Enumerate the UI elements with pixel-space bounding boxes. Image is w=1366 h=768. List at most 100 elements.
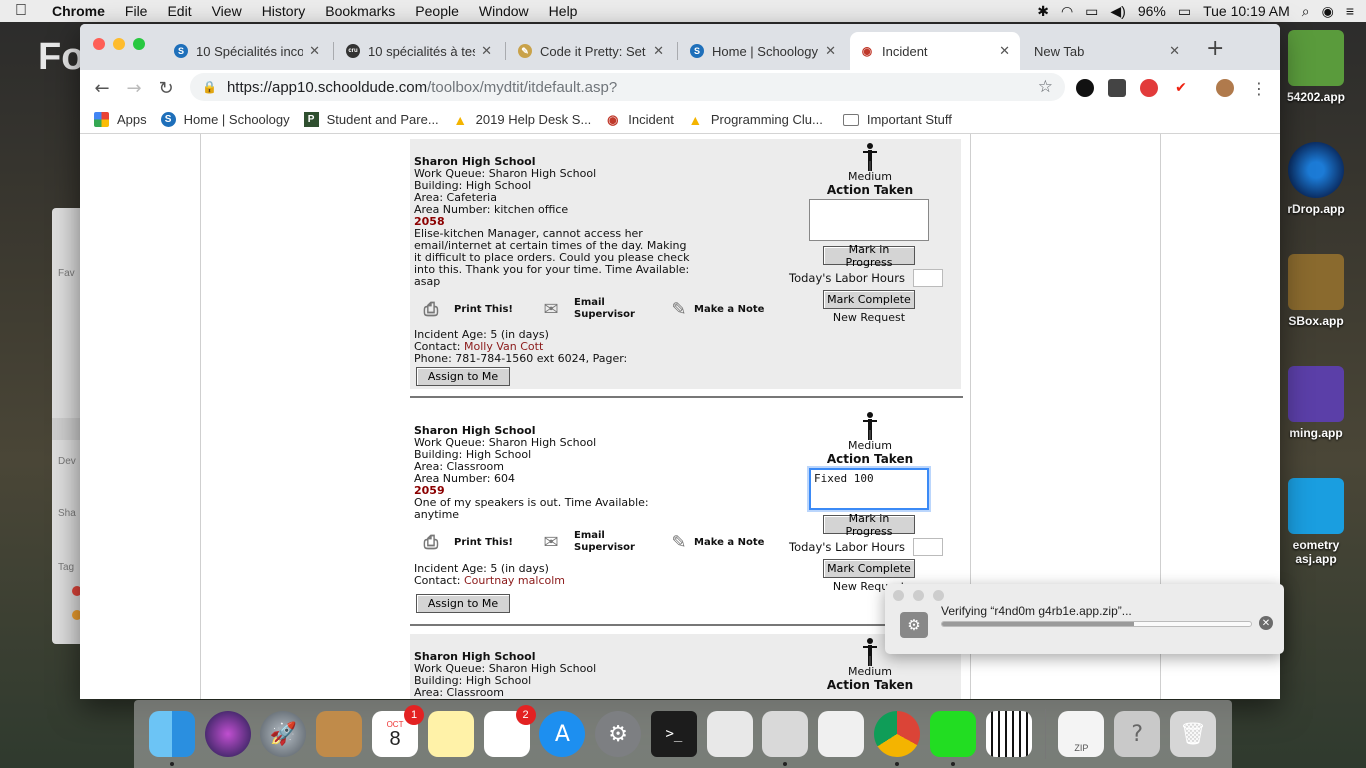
extension-grid-icon[interactable] <box>1108 79 1126 97</box>
back-arrow-icon[interactable]: ← <box>86 78 118 99</box>
spotlight-icon[interactable]: ⌕ <box>1302 3 1310 20</box>
battery-icon[interactable]: ▭ <box>1178 3 1191 20</box>
menu-edit[interactable]: Edit <box>157 3 201 19</box>
bookmark-important-stuff[interactable]: Important Stuff <box>842 112 952 127</box>
battery-percent[interactable]: 96% <box>1138 3 1166 19</box>
notes-icon[interactable] <box>427 711 474 757</box>
apple-menu-icon[interactable]:  <box>0 2 42 20</box>
dialog-minimize-icon[interactable] <box>913 590 924 601</box>
zip-file-icon[interactable]: ZIP <box>1058 711 1105 757</box>
close-tab-icon[interactable]: ✕ <box>309 43 320 59</box>
grapher-icon[interactable] <box>762 711 809 766</box>
minecraft-launcher-icon[interactable] <box>929 711 976 766</box>
app-store-icon[interactable]: A <box>539 711 586 757</box>
menu-history[interactable]: History <box>252 3 316 19</box>
desktop-icon-geometry[interactable]: eometry asj.app <box>1276 478 1356 566</box>
print-this-link[interactable]: ⎙ Print This! <box>418 299 538 320</box>
profile-avatar[interactable] <box>1216 79 1234 97</box>
menu-help[interactable]: Help <box>539 3 588 19</box>
wifi-icon[interactable]: ◠ <box>1061 3 1073 20</box>
notification-center-icon[interactable]: ≡ <box>1346 3 1354 19</box>
extension-dark-icon[interactable] <box>1076 79 1094 97</box>
desktop-icon-gaming[interactable]: ming.app <box>1276 366 1356 440</box>
reload-icon[interactable]: ↻ <box>150 78 182 99</box>
mark-complete-button[interactable]: Mark Complete <box>823 290 915 309</box>
labor-hours-input[interactable] <box>912 269 943 287</box>
cancel-verify-icon[interactable]: ✕ <box>1259 616 1273 630</box>
chrome-icon[interactable] <box>874 711 921 766</box>
new-tab-plus-icon[interactable]: + <box>1206 36 1224 61</box>
tab-specialites-2[interactable]: cru 10 spécialités à tes ✕ <box>336 32 502 70</box>
forward-arrow-icon[interactable]: → <box>118 78 150 99</box>
make-a-note-link[interactable]: ✎ Make a Note <box>666 532 764 553</box>
airplay-icon[interactable]: ▭ <box>1085 3 1098 20</box>
email-supervisor-link[interactable]: ✉ Email Supervisor <box>538 530 666 554</box>
siri-icon[interactable]: ◉ <box>1322 3 1334 20</box>
trash-icon[interactable]: 🗑 <box>1169 711 1216 757</box>
tab-specialites-1[interactable]: S 10 Spécialités inco ✕ <box>164 32 330 70</box>
bookmark-student-parent[interactable]: P Student and Pare... <box>303 112 439 127</box>
system-preferences-gear-icon[interactable]: ⚙ <box>595 711 642 757</box>
address-bar[interactable]: 🔒 https://app10.schooldude.com/toolbox/m… <box>190 73 1065 101</box>
mark-in-progress-button[interactable]: Mark in Progress <box>823 512 915 538</box>
contact-name-link[interactable]: Courtnay malcolm <box>464 574 565 587</box>
tab-new-tab[interactable]: New Tab ✕ <box>1024 32 1190 70</box>
menu-kebab-icon[interactable]: ⋮ <box>1250 79 1268 98</box>
bookmark-home-schoology[interactable]: S Home | Schoology <box>160 112 290 127</box>
print-this-link[interactable]: ⎙ Print This! <box>418 532 538 553</box>
menu-window[interactable]: Window <box>469 3 539 19</box>
tab-home-schoology[interactable]: S Home | Schoology ✕ <box>680 32 846 70</box>
assign-to-me-button[interactable]: Assign to Me <box>416 367 510 386</box>
checkmark-extension-icon[interactable]: ✔ <box>1172 79 1190 97</box>
unknown-app-icon[interactable]: ? <box>1114 711 1161 757</box>
menu-file[interactable]: File <box>115 3 158 19</box>
tab-code-it-pretty[interactable]: ✎ Code it Pretty: Set ✕ <box>508 32 674 70</box>
desktop-icon-dosbox[interactable]: SBox.app <box>1276 254 1356 328</box>
close-tab-icon[interactable]: ✕ <box>481 43 492 59</box>
terminal-icon[interactable]: >_ <box>650 711 697 757</box>
bookmark-incident[interactable]: ◉ Incident <box>605 112 674 128</box>
contacts-icon[interactable] <box>316 711 363 757</box>
dialog-close-icon[interactable] <box>893 590 904 601</box>
tab-incident[interactable]: ◉ Incident ✕ <box>850 32 1020 70</box>
lock-icon[interactable]: 🔒 <box>202 80 217 94</box>
action-taken-textarea[interactable]: Fixed 100 <box>809 468 929 510</box>
zoom-window-icon[interactable] <box>133 38 145 50</box>
desktop-icon-airdrop[interactable]: rDrop.app <box>1276 142 1356 216</box>
bookmark-apps[interactable]: Apps <box>94 112 147 127</box>
piano-keyboard-icon[interactable] <box>985 711 1032 757</box>
calendar-icon[interactable]: OCT 8 1 <box>372 705 425 757</box>
clock[interactable]: Tue 10:19 AM <box>1203 3 1290 19</box>
labor-hours-input[interactable] <box>912 538 943 556</box>
email-supervisor-link[interactable]: ✉ Email Supervisor <box>538 297 666 321</box>
bookmark-programming-club[interactable]: ▲ Programming Clu... <box>688 112 822 128</box>
textedit-icon[interactable] <box>818 711 865 757</box>
launchpad-rocket-icon[interactable]: 🚀 <box>260 711 307 757</box>
minimize-window-icon[interactable] <box>113 38 125 50</box>
menu-bookmarks[interactable]: Bookmarks <box>315 3 405 19</box>
desktop-icon-minecraft[interactable]: 54202.app <box>1276 30 1356 104</box>
action-taken-textarea[interactable] <box>809 199 929 241</box>
siri-icon[interactable] <box>204 711 251 757</box>
dialog-zoom-icon[interactable] <box>933 590 944 601</box>
make-a-note-link[interactable]: ✎ Make a Note <box>666 299 764 320</box>
bluetooth-icon[interactable]: ✱ <box>1037 3 1049 20</box>
bookmark-star-icon[interactable]: ☆ <box>1038 77 1053 97</box>
close-tab-icon[interactable]: ✕ <box>1169 43 1180 59</box>
finder-icon[interactable] <box>148 711 195 766</box>
close-tab-icon[interactable]: ✕ <box>825 43 836 59</box>
close-tab-icon[interactable]: ✕ <box>999 43 1010 59</box>
assign-to-me-button[interactable]: Assign to Me <box>416 594 510 613</box>
adblock-icon[interactable] <box>1140 79 1158 97</box>
bookmark-help-desk[interactable]: ▲ 2019 Help Desk S... <box>453 112 591 128</box>
close-tab-icon[interactable]: ✕ <box>653 43 664 59</box>
volume-icon[interactable]: ◀) <box>1110 3 1125 20</box>
finder-selected-row[interactable] <box>52 418 82 440</box>
script-editor-icon[interactable] <box>706 711 753 757</box>
menu-people[interactable]: People <box>405 3 469 19</box>
reminders-icon[interactable]: 2 <box>483 705 536 757</box>
close-window-icon[interactable] <box>93 38 105 50</box>
menu-view[interactable]: View <box>202 3 252 19</box>
mark-complete-button[interactable]: Mark Complete <box>823 559 915 578</box>
menu-app-name[interactable]: Chrome <box>42 3 115 19</box>
